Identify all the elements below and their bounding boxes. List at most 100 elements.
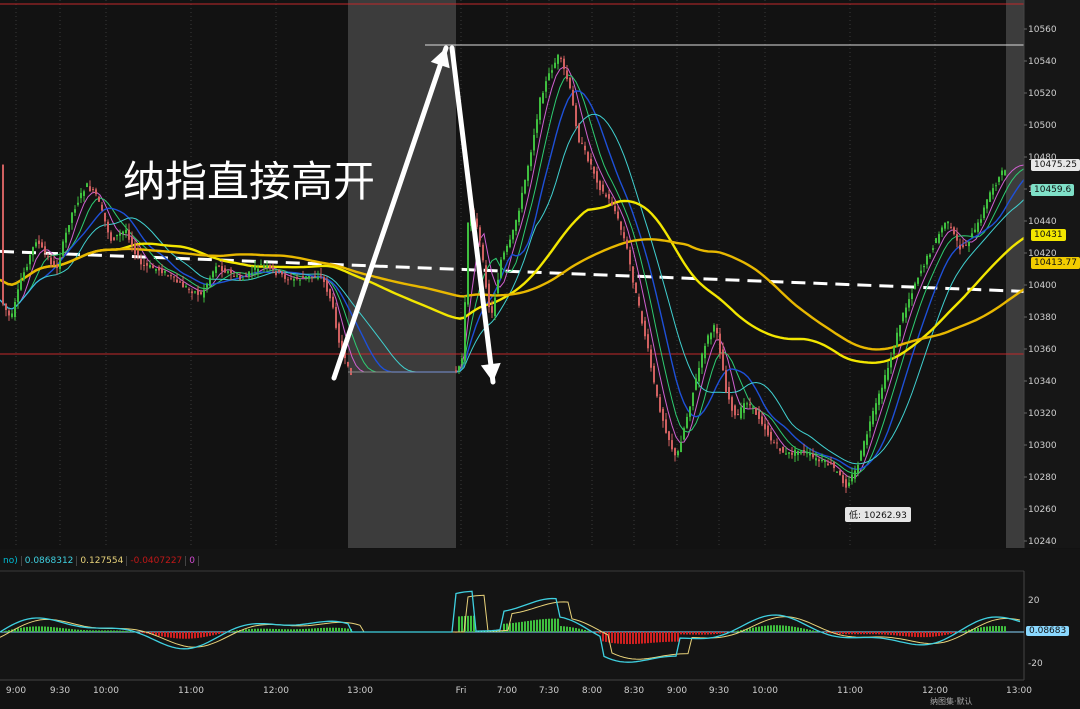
time-axis[interactable]: 9:009:3010:0011:0012:0013:00Fri7:007:308…	[0, 680, 1080, 705]
histogram-bar	[878, 632, 880, 634]
candle	[248, 272, 250, 277]
histogram-bar	[26, 627, 28, 632]
candle	[1001, 171, 1003, 176]
histogram-bar	[128, 631, 130, 632]
candle	[965, 245, 967, 246]
candle	[767, 426, 769, 436]
candle	[461, 358, 463, 363]
histogram-bar	[986, 627, 988, 632]
candle	[299, 280, 301, 281]
candle	[149, 265, 151, 267]
histogram-bar	[56, 628, 58, 632]
candle	[968, 241, 970, 246]
candle	[521, 193, 523, 209]
histogram-bar	[338, 628, 340, 632]
candle	[503, 253, 505, 260]
histogram-bar	[650, 632, 652, 643]
histogram-bar	[86, 630, 88, 632]
indicator-y-tick-20: 20	[1028, 596, 1039, 606]
histogram-bar	[533, 620, 535, 632]
histogram-bar	[938, 632, 940, 636]
histogram-bar	[749, 628, 751, 632]
candle	[542, 93, 544, 103]
candle	[83, 191, 85, 196]
candle	[803, 450, 805, 451]
histogram-bar	[77, 630, 79, 632]
candle	[131, 237, 133, 245]
candle	[290, 278, 292, 279]
candle	[275, 271, 277, 275]
candle	[752, 407, 754, 408]
candle	[311, 277, 313, 278]
histogram-bar	[125, 631, 127, 632]
candle	[698, 368, 700, 381]
candle	[863, 441, 865, 456]
candle	[326, 281, 328, 292]
histogram-bar	[188, 632, 190, 639]
histogram-bar	[851, 632, 853, 634]
candle	[854, 470, 856, 478]
histogram-bar	[41, 626, 43, 632]
candle	[818, 459, 820, 461]
histogram-bar	[521, 622, 523, 632]
histogram-bar	[512, 623, 514, 632]
candle	[518, 211, 520, 222]
indicator-value-4: 0	[185, 556, 199, 566]
candle	[602, 185, 604, 192]
histogram-bar	[809, 630, 811, 632]
candle	[746, 403, 748, 404]
histogram-bar	[671, 632, 673, 642]
candle	[635, 283, 637, 293]
candle	[272, 267, 274, 270]
histogram-bar	[797, 627, 799, 632]
histogram-bar	[5, 631, 7, 632]
histogram-bar	[44, 627, 46, 632]
candle	[482, 245, 484, 261]
candle	[38, 241, 40, 244]
candle	[902, 313, 904, 321]
candle	[608, 194, 610, 199]
candle	[749, 404, 751, 405]
price-tick-label: 10560	[1028, 25, 1057, 35]
histogram-bar	[515, 623, 517, 632]
candle	[992, 188, 994, 195]
candle	[806, 452, 808, 453]
time-tick-label: 12:00	[263, 686, 289, 696]
histogram-bar	[215, 632, 217, 635]
histogram-bar	[866, 632, 868, 634]
candle	[641, 311, 643, 323]
candle	[677, 451, 679, 455]
histogram-bar	[548, 619, 550, 632]
time-tick-label: 11:00	[837, 686, 863, 696]
indicator-header: no) 0.0868312 0.127554 -0.0407227 0	[0, 553, 199, 569]
price-tick-label: 10500	[1028, 121, 1057, 131]
ema-yellow2-chip: 10413.77	[1031, 257, 1080, 269]
histogram-bar	[596, 632, 598, 633]
candle	[974, 230, 976, 233]
histogram-bar	[638, 632, 640, 644]
candle	[809, 454, 811, 456]
histogram-bar	[326, 628, 328, 632]
histogram-bar	[641, 632, 643, 644]
candle	[14, 302, 16, 317]
candle	[539, 98, 541, 120]
candle	[323, 277, 325, 282]
histogram-bar	[686, 632, 688, 634]
histogram-bar	[524, 621, 526, 632]
histogram-bar	[920, 632, 922, 637]
histogram-bar	[62, 628, 64, 632]
histogram-bar	[803, 629, 805, 632]
candle	[836, 472, 838, 473]
price-axis[interactable]: 1056010540105201050010480104601044010420…	[1024, 0, 1080, 548]
candle	[659, 397, 661, 412]
time-tick-label: 8:00	[582, 686, 602, 696]
histogram-bar	[71, 629, 73, 632]
candle	[632, 266, 634, 282]
price-tick-label: 10540	[1028, 57, 1057, 67]
candle	[743, 403, 745, 413]
candle	[881, 388, 883, 399]
histogram-bar	[50, 627, 52, 632]
histogram-bar	[623, 632, 625, 644]
histogram-bar	[155, 632, 157, 635]
candle	[278, 270, 280, 272]
